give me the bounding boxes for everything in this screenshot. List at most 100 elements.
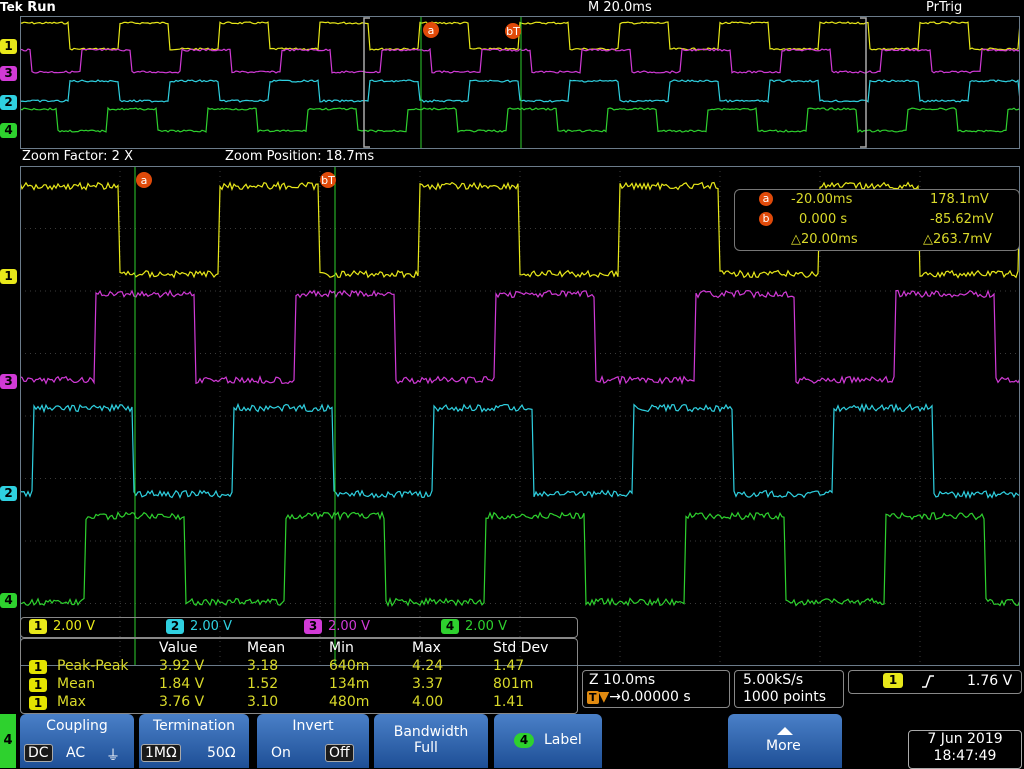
meas-max: 3.37 [412, 676, 444, 692]
meas-header-stddev: Std Dev [493, 640, 549, 656]
meas-std: 1.41 [493, 694, 525, 710]
trigger-position-value: →0.00000 s [609, 689, 691, 705]
meas-ch-badge: 1 [29, 678, 47, 692]
sample-rate: 5.00kS/s [743, 672, 804, 688]
cursor-b-value: -85.62mV [930, 212, 994, 227]
zoom-factor: Zoom Factor: 2 X [22, 149, 133, 164]
ch2-ground-marker[interactable]: 2 [0, 486, 17, 501]
bandwidth-button[interactable]: Bandwidth Full [374, 714, 488, 768]
meas-name: Mean [57, 676, 96, 692]
meas-value: 3.92 V [159, 658, 205, 674]
ch1-scale-value: 2.00 V [53, 619, 95, 634]
ch2-scale[interactable]: 2 2.00 V [166, 619, 232, 634]
trigger-position: T ▼→0.00000 s [587, 689, 691, 705]
ch3-ground-marker[interactable]: 3 [0, 374, 17, 389]
meas-name: Peak-Peak [57, 658, 129, 674]
label-button[interactable]: 4 Label [494, 714, 602, 768]
ch4-scale[interactable]: 4 2.00 V [441, 619, 507, 634]
trigger-readout[interactable]: 1 1.76 V [848, 670, 1022, 694]
trigger-status: PrTrig [926, 0, 963, 15]
overview-frame [20, 16, 1020, 149]
ch2-badge: 2 [166, 619, 184, 634]
ground-icon[interactable]: ⏚ [106, 745, 120, 765]
meas-value: 3.76 V [159, 694, 205, 710]
meas-std: 801m [493, 676, 534, 692]
meas-value: 1.84 V [159, 676, 205, 692]
measurement-table[interactable]: Value Mean Min Max Std Dev 1 Peak-Peak 3… [20, 638, 578, 714]
termination-50-option[interactable]: 50Ω [207, 745, 236, 761]
ch3-scale[interactable]: 3 2.00 V [304, 619, 370, 634]
meas-ch-badge: 1 [29, 696, 47, 710]
termination-1m-option[interactable]: 1MΩ [141, 744, 181, 762]
cursor-delta-row: △20.00ms △263.7mV [735, 230, 1019, 250]
termination-title: Termination [152, 718, 236, 734]
label-channel-badge: 4 [514, 733, 534, 748]
ch1-badge: 1 [29, 619, 47, 634]
cursor-b-time: 0.000 s [799, 212, 848, 227]
meas-ch-badge: 1 [29, 660, 47, 674]
meas-mean: 1.52 [247, 676, 279, 692]
cursor-b-badge: b [759, 212, 773, 226]
date-time-display: 7 Jun 2019 18:47:49 [908, 730, 1022, 769]
zoom-timebase: Z 10.0ms [589, 672, 656, 688]
zoom-position: Zoom Position: 18.7ms [225, 149, 375, 164]
brand-status: Tek Run [0, 0, 56, 15]
menu-channel-indicator: 4 [0, 714, 16, 768]
meas-max: 4.00 [412, 694, 444, 710]
date: 7 Jun 2019 [927, 731, 1003, 747]
meas-std: 1.47 [493, 658, 525, 674]
bandwidth-value: Full [414, 740, 438, 756]
invert-on-option[interactable]: On [271, 745, 291, 761]
cursor-readout: a -20.00ms 178.1mV b 0.000 s -85.62mV △2… [734, 189, 1020, 251]
meas-mean: 3.18 [247, 658, 279, 674]
rising-edge-icon [922, 675, 934, 688]
ch1-ground-marker[interactable]: 1 [0, 269, 17, 284]
invert-title: Invert [292, 718, 334, 734]
trigger-level: 1.76 V [967, 673, 1013, 689]
meas-max: 4.24 [412, 658, 444, 674]
invert-button[interactable]: Invert On Off [257, 714, 369, 768]
coupling-title: Coupling [46, 718, 108, 734]
cursor-a-value: 178.1mV [930, 192, 989, 207]
ch4-overview-marker[interactable]: 4 [0, 123, 17, 138]
timebase-readout: M 20.0ms [588, 0, 652, 15]
coupling-dc-option[interactable]: DC [24, 744, 53, 762]
ch2-scale-value: 2.00 V [190, 619, 232, 634]
meas-header-value: Value [159, 640, 198, 656]
ch4-ground-marker[interactable]: 4 [0, 593, 17, 608]
table-row: 1 Mean 1.84 V 1.52 134m 3.37 801m [21, 676, 577, 694]
meas-min: 480m [329, 694, 370, 710]
trigger-arrow-icon: ▼ [598, 689, 610, 705]
table-row: 1 Peak-Peak 3.92 V 3.18 640m 4.24 1.47 [21, 658, 577, 676]
coupling-button[interactable]: Coupling DC AC ⏚ [20, 714, 134, 768]
meas-min: 640m [329, 658, 370, 674]
time: 18:47:49 [933, 748, 997, 764]
coupling-ac-option[interactable]: AC [66, 745, 85, 761]
acquisition-readout[interactable]: 5.00kS/s 1000 points [734, 670, 844, 708]
ch3-overview-marker[interactable]: 3 [0, 66, 17, 81]
more-button[interactable]: More [728, 714, 842, 768]
termination-button[interactable]: Termination 1MΩ 50Ω [139, 714, 249, 768]
chevron-up-icon [777, 727, 793, 735]
ch4-badge: 4 [441, 619, 459, 634]
label-text: Label [544, 732, 582, 748]
meas-header-max: Max [412, 640, 441, 656]
ch1-overview-marker[interactable]: 1 [0, 39, 17, 54]
cursor-delta-time: △20.00ms [791, 232, 858, 247]
meas-mean: 3.10 [247, 694, 279, 710]
meas-header-min: Min [329, 640, 354, 656]
trigger-t-icon: T [587, 691, 599, 704]
invert-off-option[interactable]: Off [325, 744, 354, 762]
brand-logo: Tek [0, 0, 23, 14]
acquisition-state: Run [27, 0, 56, 15]
ch4-scale-value: 2.00 V [465, 619, 507, 634]
ch1-scale[interactable]: 1 2.00 V [29, 619, 95, 634]
zoom-readout[interactable]: Z 10.0ms T ▼→0.00000 s [582, 670, 730, 708]
channel-scale-strip: 1 2.00 V 2 2.00 V 3 2.00 V 4 2.00 V [20, 617, 578, 638]
meas-name: Max [57, 694, 86, 710]
table-row: 1 Max 3.76 V 3.10 480m 4.00 1.41 [21, 694, 577, 712]
ch2-overview-marker[interactable]: 2 [0, 95, 17, 110]
bandwidth-title: Bandwidth [393, 724, 469, 740]
status-bar: Tek Run M 20.0ms PrTrig [0, 0, 1024, 16]
more-label: More [766, 738, 801, 754]
